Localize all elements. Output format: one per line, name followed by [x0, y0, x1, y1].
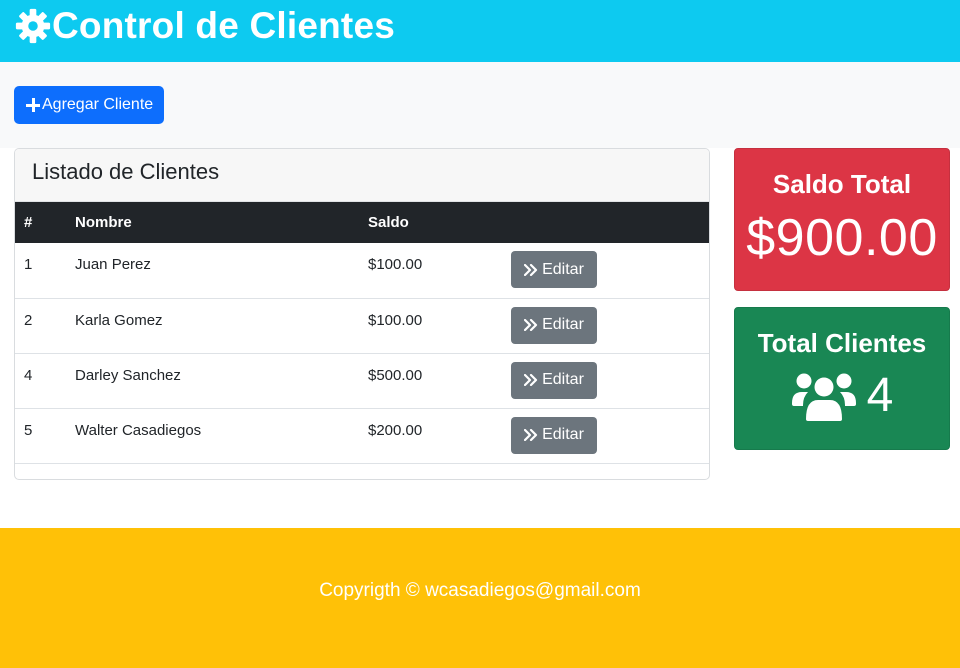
- edit-button[interactable]: Editar: [511, 416, 597, 454]
- edit-label: Editar: [542, 426, 584, 443]
- saldo-total-value: $900.00: [746, 209, 938, 267]
- edit-button[interactable]: Editar: [511, 251, 597, 288]
- saldo-total-card: Saldo Total $900.00: [734, 148, 950, 291]
- total-clientes-card: Total Clientes 4: [734, 307, 950, 450]
- angles-right-icon: [524, 263, 538, 276]
- row-actions: Editar: [511, 408, 709, 463]
- table-row: 5 Walter Casadiegos $200.00 Editar: [15, 408, 709, 463]
- clients-list-card: Listado de Clientes # Nombre Saldo 1 Jua…: [14, 148, 710, 480]
- row-nombre: Karla Gomez: [75, 311, 163, 329]
- page-title: Control de Clientes: [52, 5, 395, 46]
- table-row: 1 Juan Perez $100.00 Editar: [15, 243, 709, 298]
- column-header-nombre: Nombre: [75, 214, 132, 231]
- row-nombre: Darley Sanchez: [75, 366, 181, 384]
- page-footer: Copyrigth © wcasadiegos@gmail.com: [0, 528, 960, 668]
- edit-button[interactable]: Editar: [511, 361, 597, 399]
- add-client-button[interactable]: Agregar Cliente: [14, 86, 164, 124]
- row-actions: Editar: [511, 298, 709, 353]
- row-saldo: $100.00: [368, 311, 423, 329]
- table-row: 2 Karla Gomez $100.00 Editar: [15, 298, 709, 353]
- edit-label: Editar: [542, 260, 584, 278]
- angles-right-icon: [524, 319, 538, 331]
- row-nombre: Walter Casadiegos: [75, 421, 202, 439]
- clients-table: # Nombre Saldo 1 Juan Perez $100.00 Edit…: [15, 202, 709, 464]
- clients-list-title: Listado de Clientes: [15, 149, 709, 202]
- row-id: 2: [24, 311, 33, 329]
- edit-label: Editar: [542, 316, 584, 333]
- row-id: 4: [24, 366, 33, 384]
- column-header-actions: [511, 202, 709, 243]
- saldo-total-title: Saldo Total: [772, 169, 912, 199]
- row-saldo: $200.00: [368, 421, 423, 439]
- app-header: Control de Clientes: [0, 0, 960, 62]
- angles-right-icon: [524, 429, 538, 441]
- total-clientes-value: 4: [866, 369, 894, 422]
- total-clientes-title: Total Clientes: [757, 328, 927, 358]
- row-saldo: $100.00: [368, 256, 423, 273]
- table-row: 4 Darley Sanchez $500.00 Editar: [15, 353, 709, 408]
- add-client-label: Agregar Cliente: [42, 96, 154, 113]
- angles-right-icon: [524, 374, 538, 386]
- row-id: 5: [24, 421, 33, 439]
- row-actions: Editar: [511, 243, 709, 298]
- row-actions: Editar: [511, 353, 709, 408]
- edit-button[interactable]: Editar: [511, 306, 597, 344]
- table-header-row: # Nombre Saldo: [15, 202, 709, 243]
- edit-label: Editar: [542, 371, 584, 388]
- column-header-saldo: Saldo: [368, 214, 409, 231]
- action-bar: Agregar Cliente: [0, 62, 960, 148]
- gear-icon: [15, 8, 51, 44]
- row-nombre: Juan Perez: [75, 256, 151, 273]
- row-id: 1: [24, 256, 33, 273]
- users-icon: [791, 373, 856, 421]
- footer-copyright: Copyrigth © wcasadiegos@gmail.com: [319, 580, 641, 601]
- plus-icon: [26, 98, 40, 112]
- row-saldo: $500.00: [368, 366, 423, 384]
- column-header-number: #: [24, 214, 33, 231]
